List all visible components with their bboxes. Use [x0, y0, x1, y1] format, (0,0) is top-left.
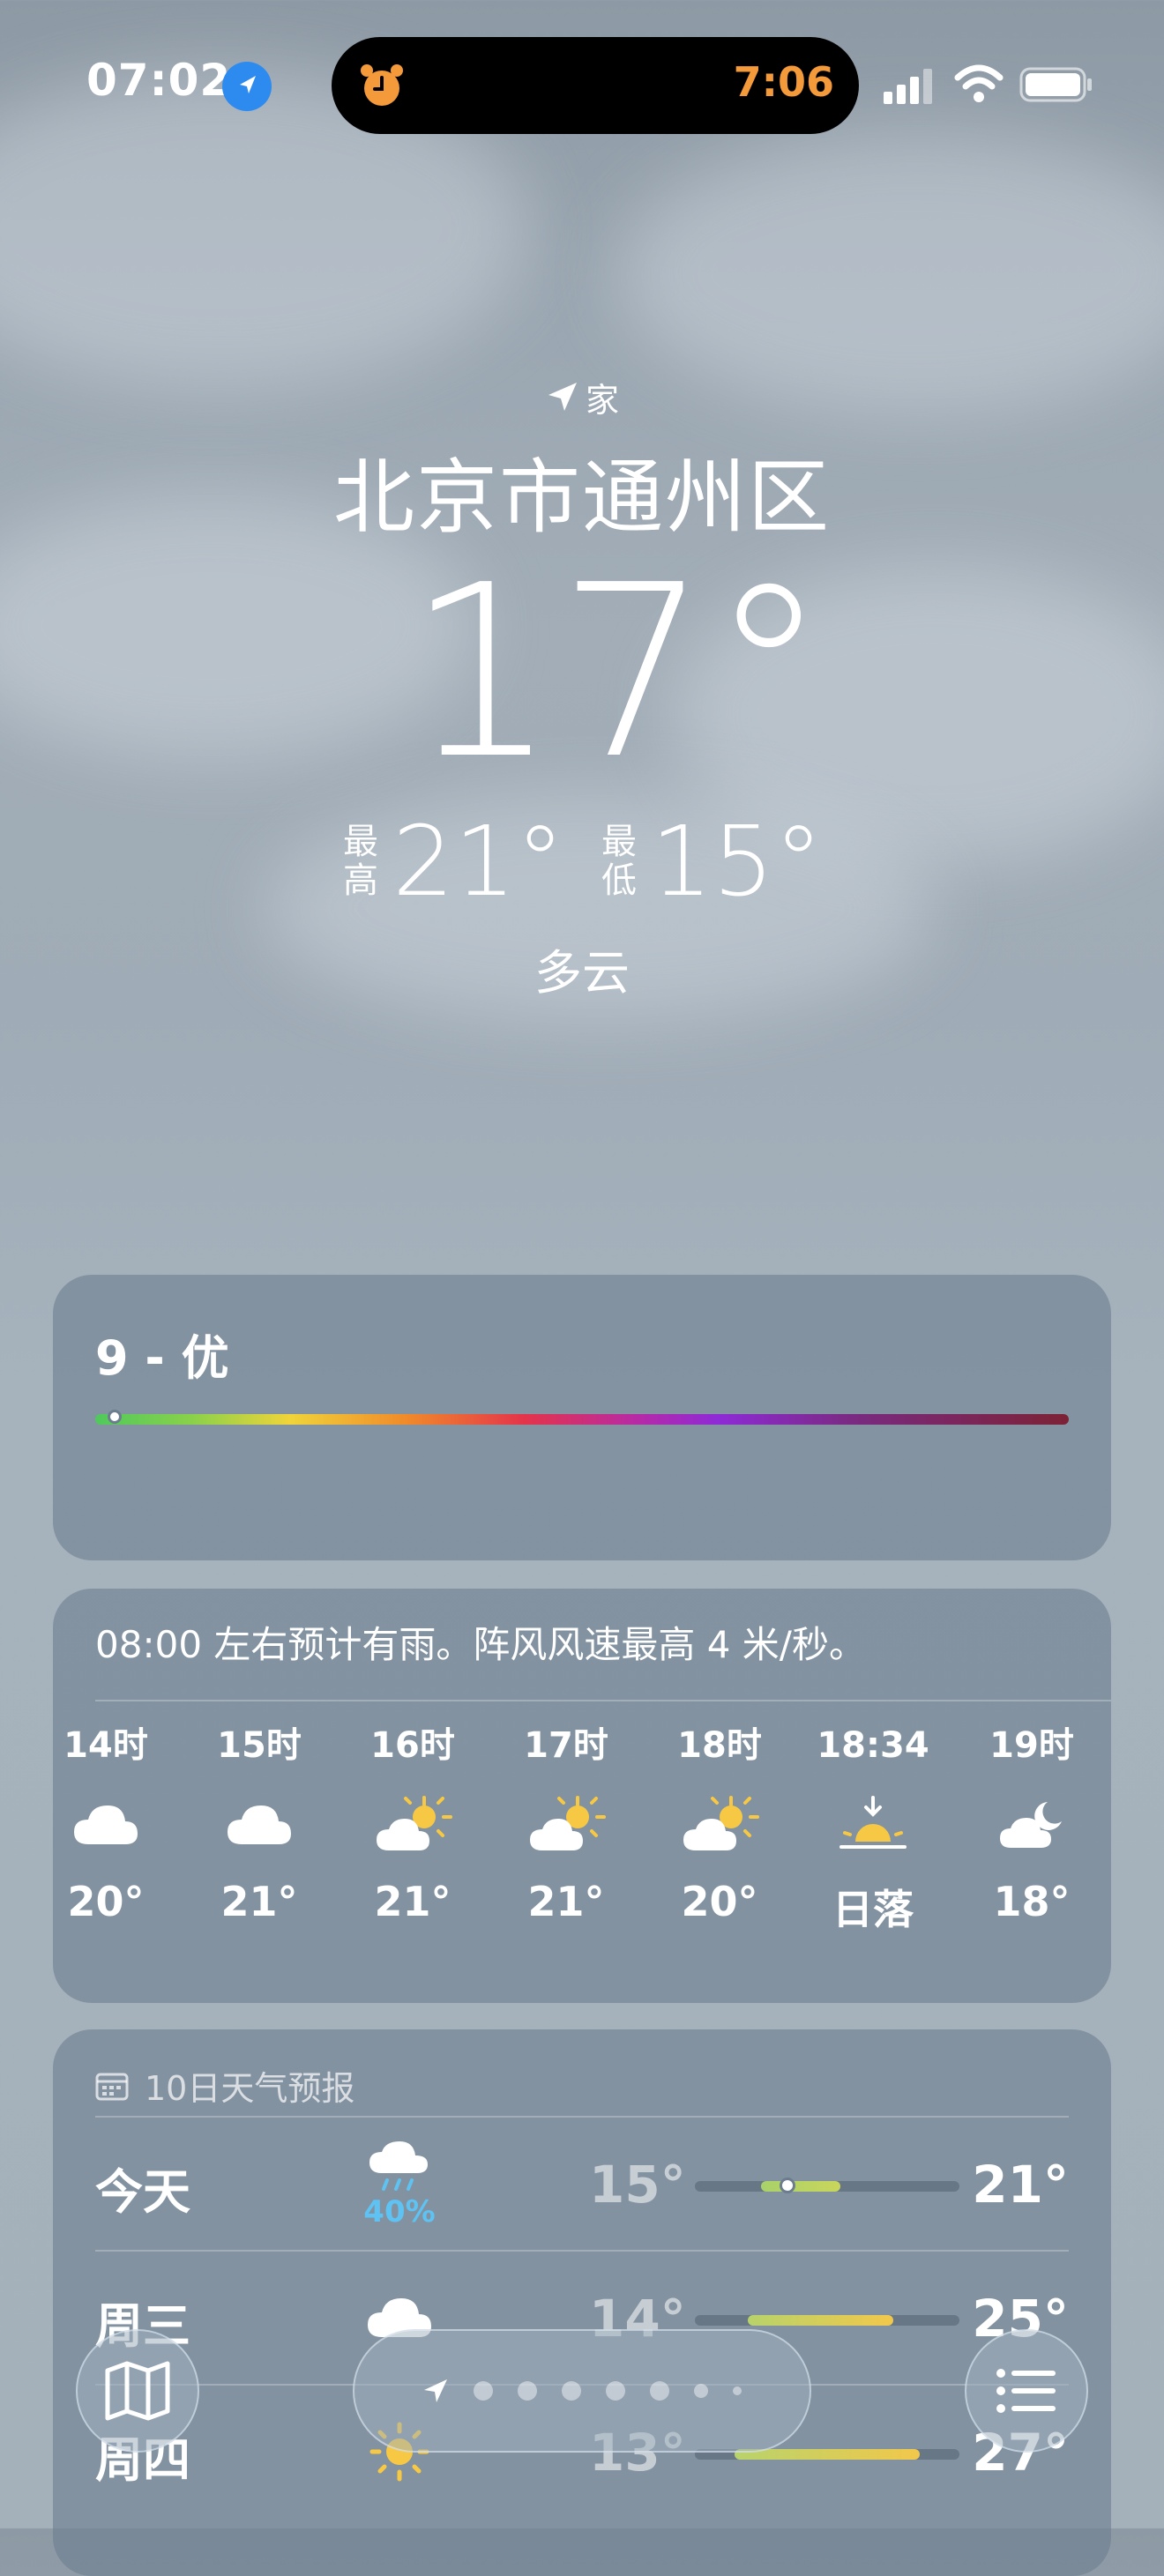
day-high-temperature: 21° — [972, 2155, 1069, 2215]
air-quality-card[interactable]: 9 - 优 — [53, 1275, 1111, 1560]
home-location-label: 家 — [0, 370, 1164, 423]
page-dot[interactable] — [733, 2386, 742, 2395]
hourly-item: 19时 18° — [970, 1719, 1093, 1925]
page-dot[interactable] — [474, 2381, 493, 2401]
page-dot[interactable] — [518, 2381, 537, 2401]
hour-label: 15时 — [217, 1725, 302, 1766]
hourly-item: 18:34 日落 — [811, 1719, 935, 1936]
hour-temperature: 21° — [527, 1878, 605, 1925]
hour-label: 18时 — [677, 1725, 762, 1766]
calendar-icon — [95, 2073, 129, 2100]
ten-day-header: 10日天气预报 — [95, 2061, 354, 2110]
hour-temperature: 21° — [374, 1878, 451, 1925]
hourly-item: 15时 21° — [198, 1719, 321, 1925]
hour-label: 14时 — [63, 1725, 148, 1766]
forecast-summary: 08:00 左右预计有雨。阵风风速最高 4 米/秒。 — [95, 1623, 866, 1666]
ten-day-forecast-card[interactable]: 10日天气预报 今天 40% 15° 21° 周三 14° 25° 周四 13° 27° — [53, 2029, 1111, 2576]
temperature-range-bar — [695, 2178, 959, 2193]
map-button[interactable] — [76, 2329, 199, 2453]
hour-label: 16时 — [370, 1725, 455, 1766]
page-dot[interactable] — [650, 2381, 669, 2401]
low-label: 最低 — [601, 822, 637, 901]
hourly-item: 18时 20° — [658, 1719, 781, 1925]
daily-row[interactable]: 今天 40% 15° 21° — [95, 2118, 1069, 2250]
hour-temperature: 21° — [220, 1878, 298, 1925]
high-label: 最高 — [343, 822, 379, 901]
hour-label: 18:34 — [817, 1725, 929, 1766]
wifi-icon — [954, 63, 1004, 104]
temperature-range-fill — [761, 2181, 840, 2192]
hourly-item: 17时 21° — [504, 1719, 628, 1925]
dynamic-island[interactable]: 7:06 — [332, 37, 859, 134]
partly-cloudy-night-icon — [970, 1772, 1093, 1878]
hourly-item: 14时 20° — [44, 1719, 168, 1925]
page-indicator[interactable] — [353, 2329, 811, 2453]
cloud-icon — [198, 1772, 321, 1878]
current-temperature: 17° — [406, 533, 829, 811]
hour-temperature: 20° — [67, 1878, 145, 1925]
page-dot[interactable] — [562, 2381, 581, 2401]
hour-label: 17时 — [524, 1725, 608, 1766]
partly-sunny-icon — [658, 1772, 781, 1878]
precipitation-chance: 40% — [363, 2194, 436, 2230]
location-arrow-icon — [222, 62, 272, 111]
map-icon — [105, 2361, 170, 2421]
hour-temperature: 日落 — [832, 1886, 914, 1933]
day-name: 今天 — [95, 2164, 190, 2220]
current-temperature-dot — [780, 2178, 795, 2193]
list-icon — [996, 2369, 1056, 2413]
cellular-signal-icon — [884, 69, 935, 104]
hourly-forecast-card[interactable]: 08:00 左右预计有雨。阵风风速最高 4 米/秒。 14时 20° 15时 21° 1… — [53, 1589, 1111, 2003]
page-dot[interactable] — [694, 2384, 708, 2398]
partly-sunny-icon — [351, 1772, 474, 1878]
city-name: 北京市通州区 — [332, 450, 831, 545]
hourly-item: 16时 21° — [351, 1719, 474, 1925]
air-quality-scale — [95, 1414, 1069, 1425]
rain-cloud-icon: 40% — [351, 2135, 448, 2232]
sunset-icon — [811, 1772, 935, 1878]
hour-temperature: 20° — [681, 1878, 758, 1925]
low-temperature: 15° — [651, 805, 823, 918]
alarm-clock-icon — [356, 60, 407, 111]
ten-day-title: 10日天气预报 — [145, 2069, 355, 2108]
temperature-range-bar — [695, 2315, 959, 2326]
location-arrow-icon — [548, 383, 577, 411]
hour-temperature: 18° — [993, 1878, 1071, 1925]
status-time: 07:02 — [86, 55, 232, 106]
hour-label: 19时 — [989, 1725, 1074, 1766]
current-weather-header: 家 北京市通州区 17° 最高 21° 最低 15° 多云 — [0, 370, 1164, 1003]
hourly-list[interactable]: 14时 20° 15时 21° 16时 21° 17时 21° 18时 20° 18:34 日落 19时… — [53, 1719, 1111, 1984]
weather-condition: 多云 — [534, 945, 630, 1001]
home-label: 家 — [585, 380, 619, 420]
temperature-range-fill — [748, 2315, 893, 2326]
battery-icon — [1019, 67, 1093, 102]
air-quality-value: 9 - 优 — [95, 1330, 229, 1386]
high-temperature: 21° — [392, 805, 564, 918]
alarm-time: 7:06 — [733, 58, 834, 106]
location-list-button[interactable] — [965, 2329, 1088, 2453]
page-dot[interactable] — [606, 2381, 625, 2401]
high-low-row: 最高 21° 最低 15° — [0, 805, 1164, 918]
location-arrow-icon — [424, 2379, 447, 2402]
day-low-temperature: 15° — [589, 2155, 686, 2215]
status-bar: 07:02 7:06 — [0, 0, 1164, 168]
divider — [95, 1700, 1111, 1701]
air-quality-indicator — [108, 1410, 123, 1424]
partly-sunny-icon — [504, 1772, 628, 1878]
cloud-icon — [44, 1772, 168, 1878]
